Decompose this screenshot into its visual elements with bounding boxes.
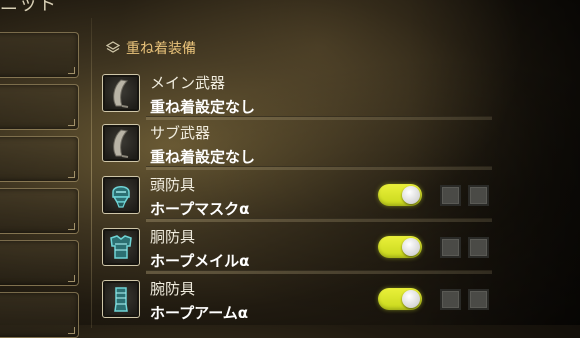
left-slot[interactable] [0, 32, 79, 78]
slot-item-name: 重ね着設定なし [150, 98, 256, 116]
row-divider [146, 218, 492, 222]
left-slot-list [0, 22, 82, 338]
equip-row-chest[interactable]: 胴防具 ホープメイルα [102, 224, 492, 274]
slot-category: 腕防具 [150, 280, 196, 298]
row-divider [146, 270, 492, 274]
layered-armor-icon [106, 41, 120, 53]
slot-item-name: ホープマスクα [150, 200, 250, 218]
slot-category: 頭防具 [150, 176, 196, 194]
dye-slot-1[interactable] [440, 185, 461, 206]
slot-item-name: ホープアームα [150, 304, 249, 322]
row-divider [146, 166, 492, 170]
dye-slot-2[interactable] [468, 289, 489, 310]
slot-item-name: 重ね着設定なし [150, 148, 256, 166]
helmet-icon [102, 176, 140, 214]
toggle-knob [402, 238, 420, 256]
screen-title: ニット [0, 0, 57, 15]
left-slot[interactable] [0, 84, 79, 130]
equip-row-sub-weapon[interactable]: サブ武器 重ね着設定なし [102, 120, 492, 170]
great-sword-icon [102, 124, 140, 162]
slot-category: サブ武器 [150, 124, 211, 142]
toggle-knob [402, 186, 420, 204]
chest-armor-icon [102, 228, 140, 266]
gauntlet-icon [102, 280, 140, 318]
equip-row-head[interactable]: 頭防具 ホープマスクα [102, 172, 492, 222]
dye-slot-1[interactable] [440, 237, 461, 258]
slot-category: メイン武器 [150, 74, 226, 92]
slot-item-name: ホープメイルα [150, 252, 250, 270]
section-title: 重ね着装備 [126, 41, 196, 57]
left-slot[interactable] [0, 136, 79, 182]
toggle-knob [402, 290, 420, 308]
visibility-toggle[interactable] [378, 184, 422, 206]
visibility-toggle[interactable] [378, 288, 422, 310]
left-slot[interactable] [0, 188, 79, 234]
visibility-toggle[interactable] [378, 236, 422, 258]
dye-slot-2[interactable] [468, 185, 489, 206]
slot-category: 胴防具 [150, 228, 196, 246]
left-slot[interactable] [0, 240, 79, 286]
great-sword-icon [102, 74, 140, 112]
dye-slot-1[interactable] [440, 289, 461, 310]
equip-row-main-weapon[interactable]: メイン武器 重ね着設定なし [102, 70, 492, 120]
dye-slot-2[interactable] [468, 237, 489, 258]
left-slot[interactable] [0, 292, 79, 338]
equip-row-arms[interactable]: 腕防具 ホープアームα [102, 276, 492, 326]
column-divider [91, 18, 92, 328]
section-header: 重ね着装備 [106, 38, 196, 58]
